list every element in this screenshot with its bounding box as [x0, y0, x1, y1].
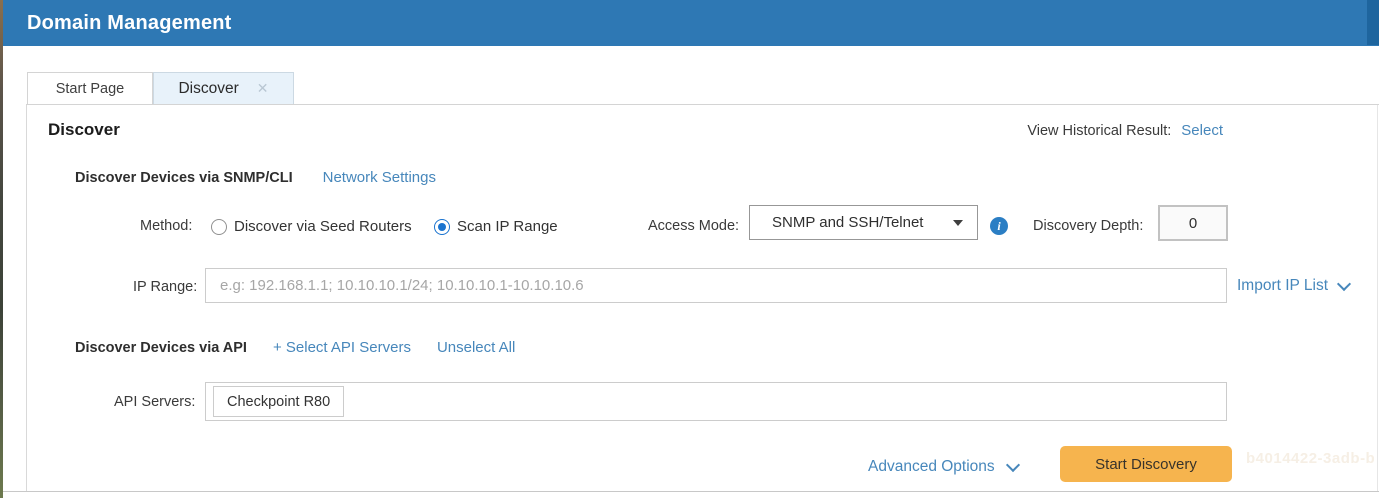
radio-seed-routers-label[interactable]: Discover via Seed Routers	[234, 218, 412, 235]
ip-range-input[interactable]	[205, 268, 1227, 303]
ip-range-label: IP Range:	[133, 279, 197, 295]
page-title: Discover	[48, 120, 120, 140]
unselect-all-link[interactable]: Unselect All	[437, 339, 515, 356]
panel-bottom-border	[3, 491, 1379, 492]
historical-select-link[interactable]: Select	[1181, 122, 1223, 139]
start-discovery-button[interactable]: Start Discovery	[1060, 446, 1232, 482]
access-mode-label: Access Mode:	[648, 218, 739, 234]
watermark-text: b4014422-3adb-b	[1246, 450, 1375, 467]
info-icon[interactable]: i	[990, 217, 1008, 235]
tab-start-page[interactable]: Start Page	[27, 72, 153, 105]
domain-management-page: Domain Management Start Page Discover ✕ …	[0, 0, 1379, 498]
view-historical-result: View Historical Result: Select	[1027, 122, 1223, 139]
discovery-depth-label: Discovery Depth:	[1033, 218, 1143, 234]
radio-scan-ip-range-label[interactable]: Scan IP Range	[457, 218, 558, 235]
panel-right-border	[1377, 104, 1378, 492]
api-section-title: Discover Devices via API	[75, 340, 247, 356]
tab-start-page-label: Start Page	[56, 81, 125, 97]
scrollbar-corner	[1367, 0, 1379, 45]
panel-left-border	[26, 104, 27, 492]
radio-scan-ip-range[interactable]	[434, 219, 450, 235]
api-servers-label: API Servers:	[114, 394, 195, 410]
discovery-depth-input[interactable]	[1158, 205, 1228, 241]
select-api-servers-link[interactable]: + Select API Servers	[273, 339, 411, 356]
import-ip-list-link[interactable]: Import IP List	[1237, 277, 1349, 295]
radio-discover-via-seed-routers[interactable]	[211, 219, 227, 235]
window-title: Domain Management	[27, 0, 232, 46]
tab-discover-label: Discover	[178, 80, 238, 98]
desktop-wallpaper-edge	[0, 0, 3, 498]
api-section-header: Discover Devices via API + Select API Se…	[75, 339, 515, 356]
snmp-section-header: Discover Devices via SNMP/CLI Network Se…	[75, 169, 436, 186]
close-icon[interactable]: ✕	[257, 80, 269, 97]
chevron-down-icon	[1337, 277, 1351, 291]
advanced-options-link[interactable]: Advanced Options	[868, 458, 1018, 476]
tab-discover[interactable]: Discover ✕	[153, 72, 294, 105]
api-server-chip[interactable]: Checkpoint R80	[213, 386, 344, 417]
caret-down-icon	[953, 220, 963, 226]
titlebar: Domain Management	[3, 0, 1379, 46]
access-mode-select[interactable]: SNMP and SSH/Telnet	[749, 205, 978, 240]
method-label: Method:	[140, 218, 192, 234]
chevron-down-icon	[1006, 458, 1020, 472]
access-mode-value: SNMP and SSH/Telnet	[772, 214, 923, 231]
network-settings-link[interactable]: Network Settings	[323, 169, 436, 186]
import-ip-list-label: Import IP List	[1237, 277, 1328, 295]
snmp-section-title: Discover Devices via SNMP/CLI	[75, 170, 293, 186]
historical-result-label: View Historical Result:	[1027, 123, 1171, 139]
panel-top-border	[26, 104, 1379, 105]
api-servers-field[interactable]: Checkpoint R80	[205, 382, 1227, 421]
advanced-options-label: Advanced Options	[868, 458, 995, 476]
